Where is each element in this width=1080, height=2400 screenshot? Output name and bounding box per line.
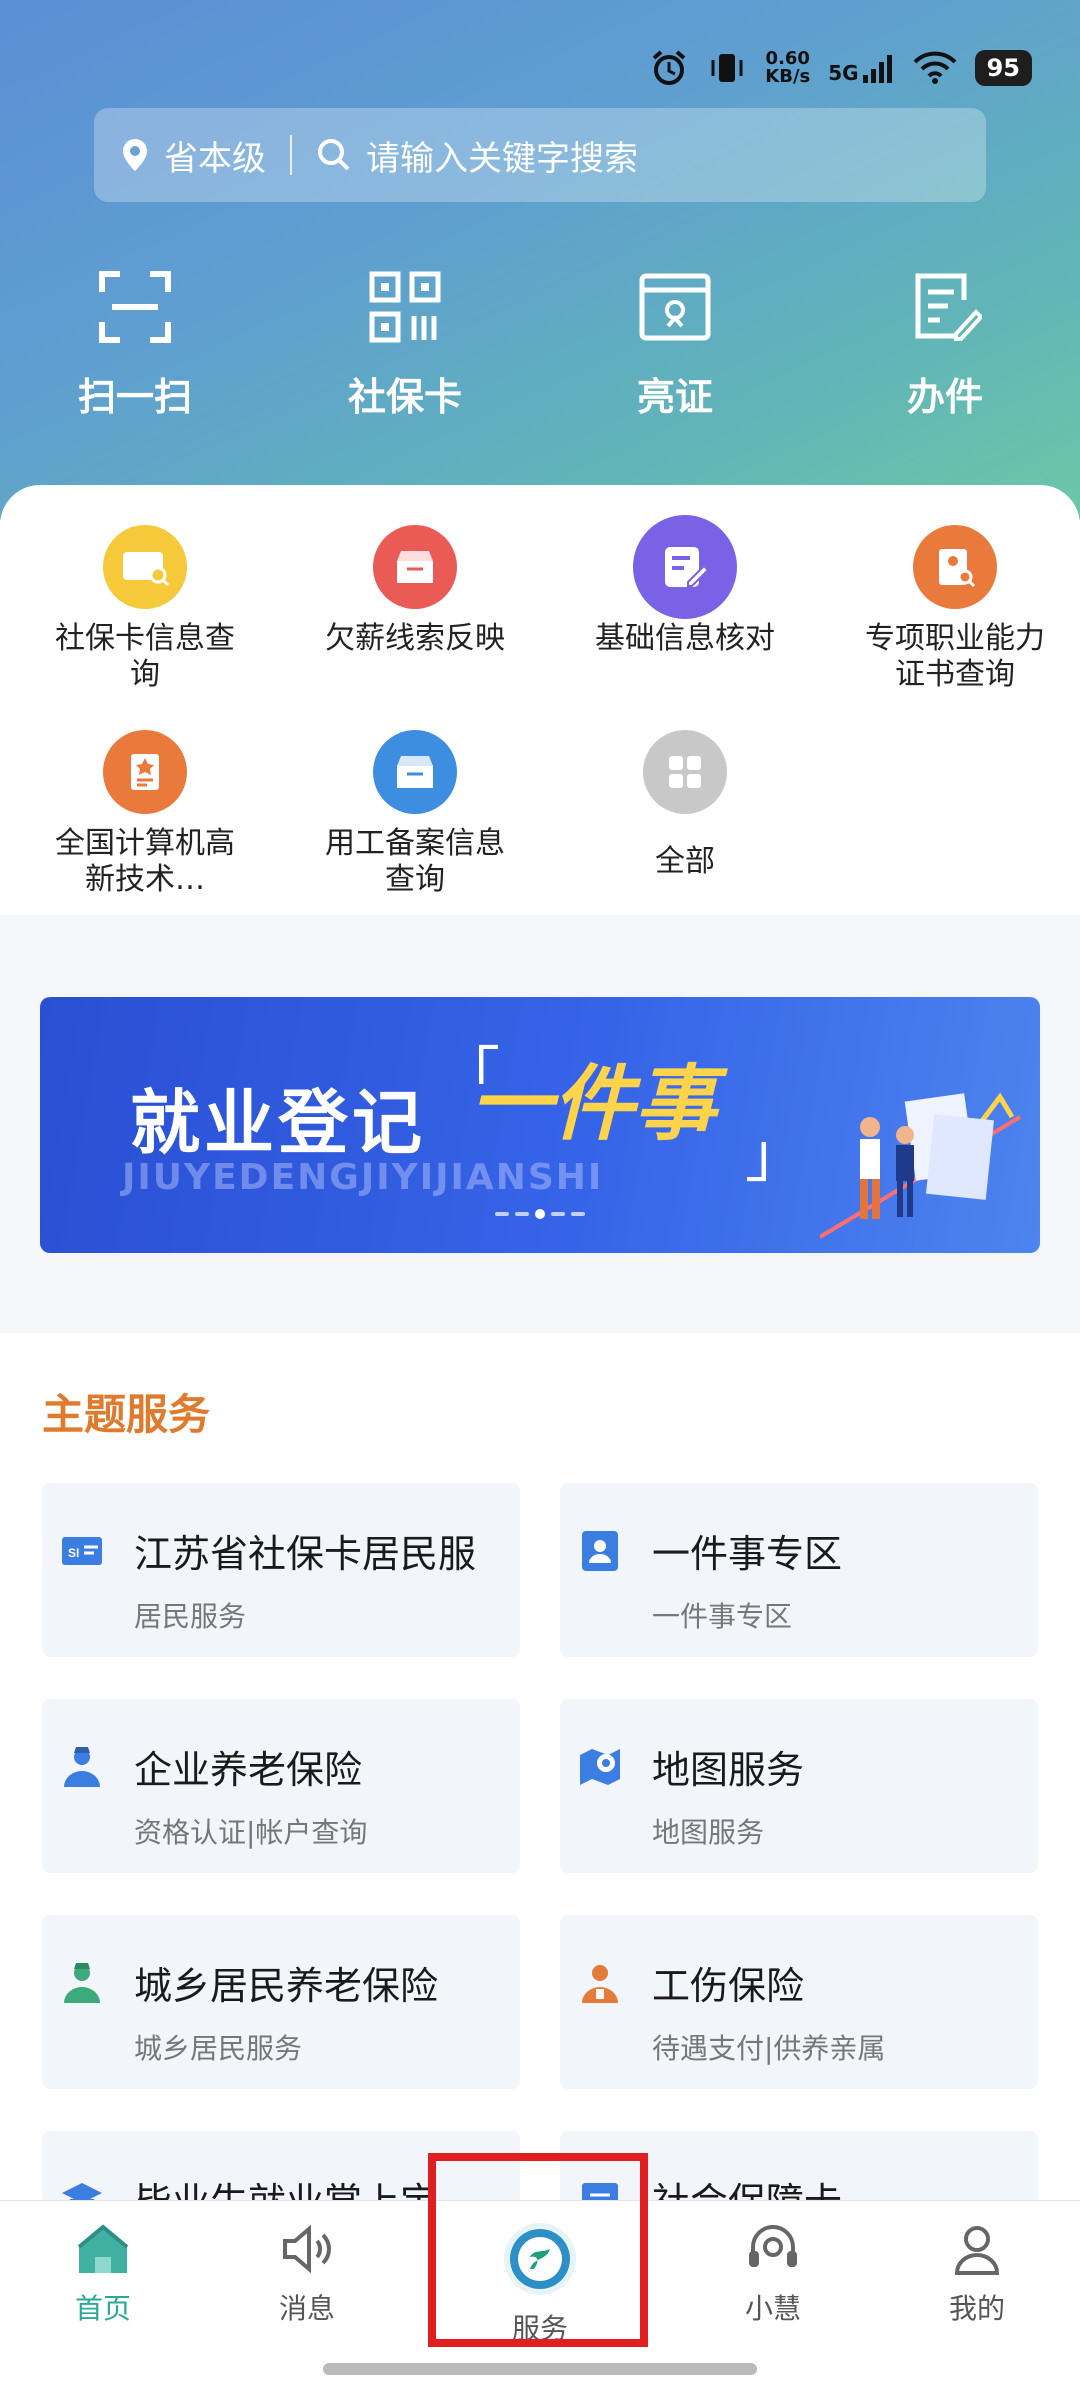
headset-icon [749, 2225, 797, 2267]
quick-action-certificate[interactable]: 亮证 [540, 270, 810, 421]
qr-code-icon [369, 271, 441, 343]
service-item-all[interactable]: 全部 [560, 730, 810, 935]
signal-icon [862, 55, 892, 83]
service-label: 社保卡信息查询 [55, 621, 235, 692]
header: 0.60 KB/s 5G 95 省本级 请输入关键字搜索 扫一扫 社保卡 亮证 办… [0, 0, 1080, 520]
service-item[interactable]: 基础信息核对 [560, 515, 810, 730]
theme-card-subtitle: 地图服务 [652, 1816, 765, 1849]
theme-card-title: 城乡居民养老保险 [134, 1964, 439, 2008]
theme-card-title: 一件事专区 [652, 1532, 843, 1576]
theme-card-title: 工伤保险 [652, 1964, 805, 2008]
banner-highlight-text: 一件事 [470, 1057, 716, 1152]
theme-card[interactable]: 工伤保险 待遇支付|供养亲属 [560, 1915, 1038, 2089]
nav-messages[interactable]: 消息 [232, 2221, 382, 2327]
svg-text:SI: SI [68, 1546, 79, 1560]
scan-icon [99, 271, 171, 343]
theme-card[interactable]: 一件事专区 一件事专区 [560, 1483, 1038, 1657]
nav-home[interactable]: 首页 [28, 2221, 178, 2327]
theme-card-title: 地图服务 [652, 1748, 805, 1792]
resident-person-icon [64, 1963, 100, 2003]
promo-banner[interactable]: 就业登记 「 一件事 」 JIUYEDENGJIYIJIANSHI [40, 997, 1040, 1253]
service-grid: 社保卡信息查询 欠薪线索反映 基础信息核对 专项职业能力证书查询 全国计算机高新… [0, 515, 1080, 935]
status-bar: 0.60 KB/s 5G 95 [649, 46, 1032, 90]
theme-card-subtitle: 一件事专区 [652, 1600, 793, 1633]
quick-action-label: 社保卡 [347, 375, 462, 419]
speaker-icon [283, 2224, 331, 2274]
theme-card-title: 企业养老保险 [134, 1748, 363, 1792]
quick-action-handle[interactable]: 办件 [810, 270, 1080, 421]
quick-actions: 扫一扫 社保卡 亮证 办件 [0, 270, 1080, 421]
vibrate-icon [711, 54, 743, 82]
network-type: 5G [828, 61, 859, 85]
divider [290, 135, 292, 175]
home-icon [77, 2224, 129, 2273]
quick-action-label: 扫一扫 [77, 375, 192, 419]
user-icon [954, 2226, 1000, 2275]
certificate-icon [639, 273, 711, 341]
location-pin-icon [123, 139, 147, 171]
quick-action-label: 办件 [906, 375, 983, 419]
wifi-icon [913, 51, 957, 84]
service-item[interactable]: 用工备案信息查询 [290, 730, 540, 935]
service-label: 基础信息核对 [595, 621, 775, 656]
theme-card-subtitle: 待遇支付|供养亲属 [652, 2032, 886, 2065]
search-icon [318, 139, 350, 171]
nav-label: 我的 [948, 2292, 1005, 2325]
inbox-icon [373, 730, 457, 814]
service-label: 全部 [655, 844, 715, 879]
theme-services-section: 主题服务 SI 江苏省社保卡居民服 居民服务 一件事专区 一件事专区 企业养老保… [0, 1333, 1080, 2305]
theme-card[interactable]: SI 江苏省社保卡居民服 居民服务 [42, 1483, 520, 1657]
nav-label: 消息 [278, 2292, 335, 2325]
nav-profile[interactable]: 我的 [902, 2221, 1052, 2327]
banner-main-text: 就业登记 [130, 1082, 426, 1164]
theme-card[interactable]: 企业养老保险 资格认证|帐户查询 [42, 1699, 520, 1873]
theme-card[interactable]: 城乡居民养老保险 城乡居民服务 [42, 1915, 520, 2089]
service-item[interactable]: 社保卡信息查询 [20, 525, 270, 730]
home-indicator[interactable] [323, 2363, 757, 2375]
edit-note-icon [633, 515, 737, 619]
quick-action-card[interactable]: 社保卡 [270, 270, 540, 421]
service-item[interactable]: 专项职业能力证书查询 [830, 525, 1080, 730]
quick-action-scan[interactable]: 扫一扫 [0, 270, 270, 421]
nav-label: 小慧 [744, 2292, 801, 2325]
service-label: 用工备案信息查询 [325, 826, 505, 897]
nav-assistant[interactable]: 小慧 [698, 2221, 848, 2327]
theme-card-title: 江苏省社保卡居民服 [134, 1532, 477, 1576]
quick-action-label: 亮证 [636, 375, 713, 419]
banner-subtitle: JIUYEDENGJIYIJIANSHI [122, 1157, 604, 1198]
enterprise-person-icon [64, 1747, 100, 1787]
service-label: 专项职业能力证书查询 [865, 621, 1045, 692]
network-speed: 0.60 KB/s [765, 48, 811, 87]
service-label: 欠薪线索反映 [325, 621, 505, 656]
business-people-illustration [820, 1092, 1022, 1239]
award-document-icon [103, 730, 187, 814]
grid-icon [643, 730, 727, 814]
service-item[interactable]: 欠薪线索反映 [290, 525, 540, 730]
theme-card[interactable]: 地图服务 地图服务 [560, 1699, 1038, 1873]
service-label: 全国计算机高新技术… [55, 826, 235, 897]
banner-pager [495, 1209, 585, 1219]
inbox-icon [373, 525, 457, 609]
theme-card-subtitle: 资格认证|帐户查询 [134, 1816, 368, 1849]
search-input[interactable]: 请输入关键字搜索 [366, 131, 638, 180]
card-search-icon [103, 525, 187, 609]
theme-card-subtitle: 居民服务 [134, 1600, 247, 1633]
theme-card-subtitle: 城乡居民服务 [134, 2032, 303, 2065]
banner-bracket-right: 」 [745, 1121, 805, 1191]
service-grid-card: 社保卡信息查询 欠薪线索反映 基础信息核对 专项职业能力证书查询 全国计算机高新… [0, 485, 1080, 915]
search-bar[interactable]: 省本级 请输入关键字搜索 [94, 108, 986, 202]
battery-indicator: 95 [974, 50, 1032, 86]
alarm-icon [652, 50, 686, 85]
map-pin-icon [580, 1749, 620, 1785]
person-card-icon [582, 1531, 618, 1571]
service-item[interactable]: 全国计算机高新技术… [20, 730, 270, 935]
worker-icon [582, 1965, 618, 2003]
highlight-box [428, 2153, 648, 2347]
nav-label: 首页 [74, 2292, 131, 2325]
section-title: 主题服务 [42, 1390, 211, 1439]
certificate-search-icon [913, 525, 997, 609]
si-card-icon: SI [62, 1537, 102, 1565]
location-selector[interactable]: 省本级 [164, 131, 266, 180]
edit-document-icon [915, 273, 982, 341]
